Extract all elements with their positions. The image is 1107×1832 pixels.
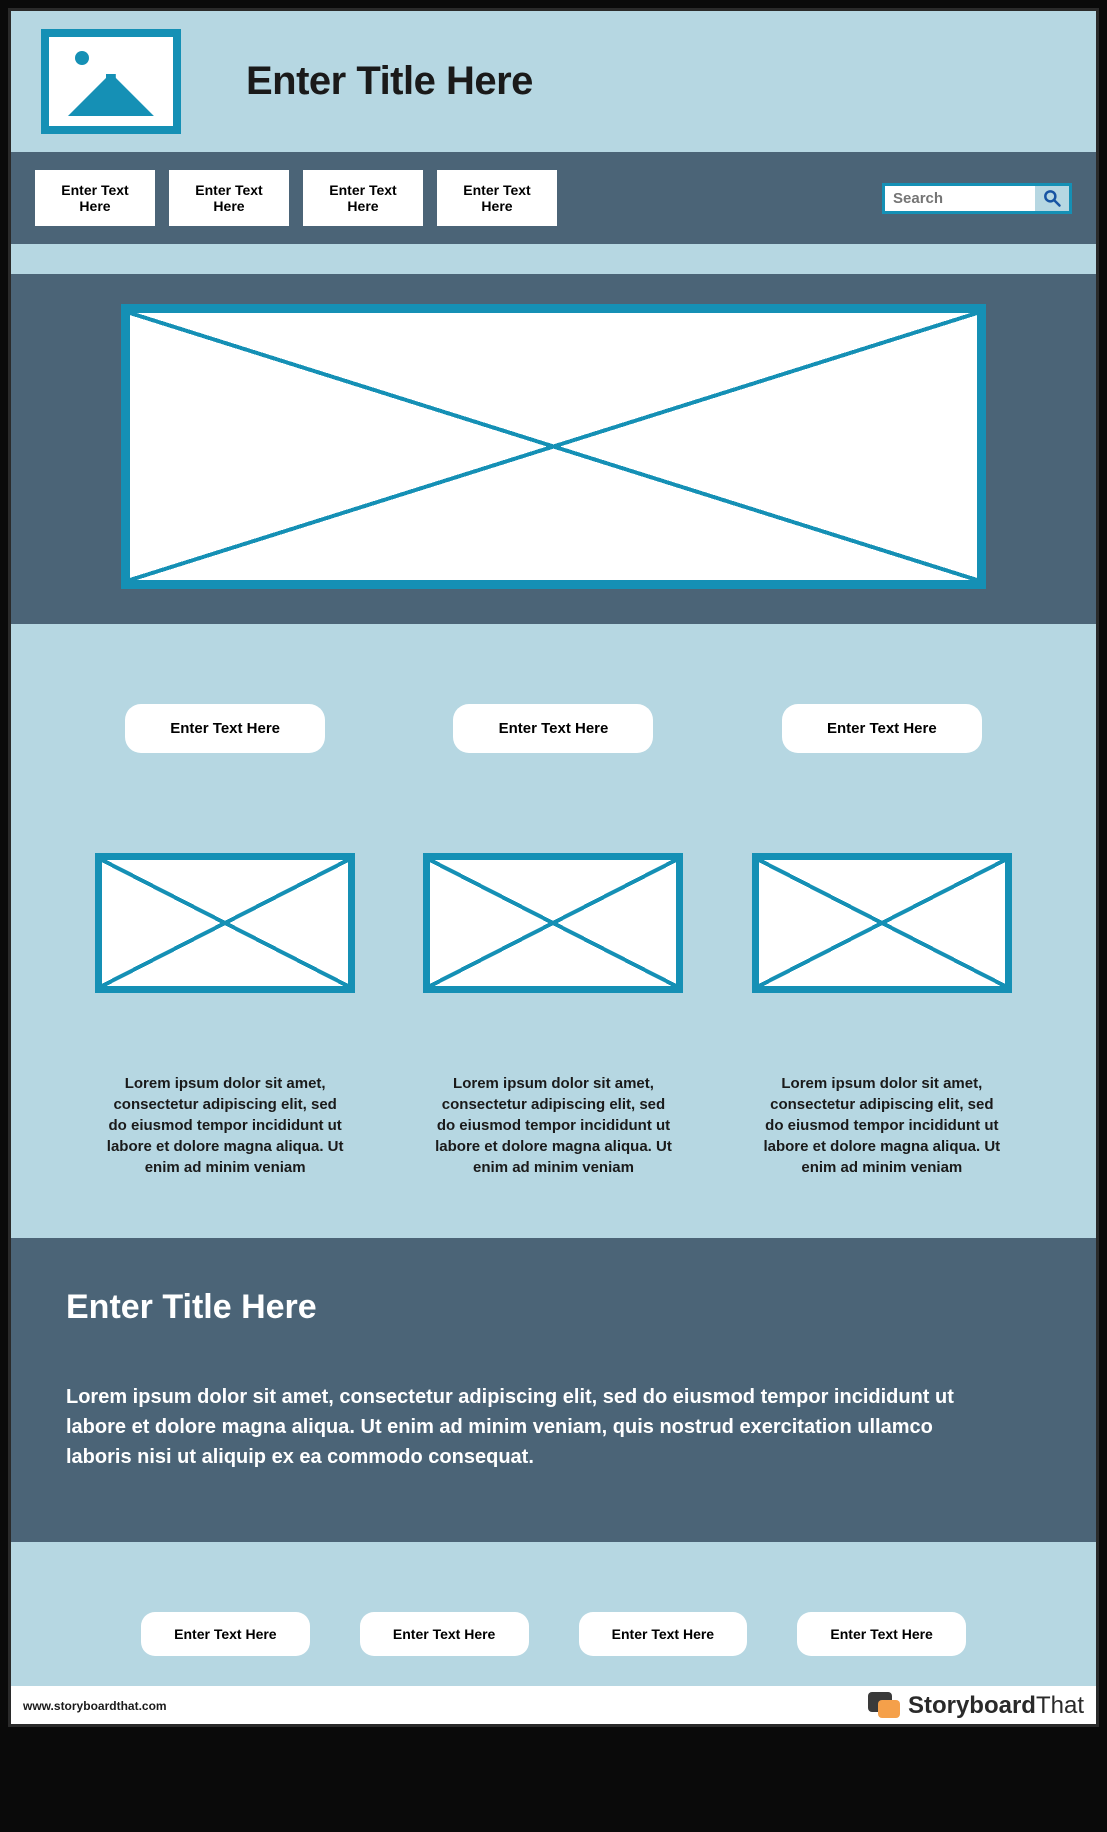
nav-button-3[interactable]: Enter Text Here xyxy=(303,170,423,226)
nav-button-4[interactable]: Enter Text Here xyxy=(437,170,557,226)
search-box xyxy=(882,183,1072,214)
mountain-icon xyxy=(63,74,159,116)
card-text-3[interactable]: Lorem ipsum dolor sit amet, consectetur … xyxy=(762,1073,1002,1178)
navbar: Enter Text Here Enter Text Here Enter Te… xyxy=(11,152,1096,244)
card-text-1[interactable]: Lorem ipsum dolor sit amet, consectetur … xyxy=(105,1073,345,1178)
cta-button-1[interactable]: Enter Text Here xyxy=(125,704,325,753)
card-image-placeholder-2[interactable] xyxy=(423,853,683,993)
speech-bubble-icon xyxy=(868,1692,900,1720)
hero-image-placeholder[interactable] xyxy=(121,304,986,589)
wireframe-canvas: Enter Title Here Enter Text Here Enter T… xyxy=(8,8,1099,1727)
cta-button-3[interactable]: Enter Text Here xyxy=(782,704,982,753)
page-title[interactable]: Enter Title Here xyxy=(246,59,533,104)
info-section: Enter Title Here Lorem ipsum dolor sit a… xyxy=(11,1238,1096,1542)
nav-button-1[interactable]: Enter Text Here xyxy=(35,170,155,226)
three-column-section: Enter Text Here Enter Text Here Enter Te… xyxy=(11,624,1096,1238)
brand-name-light: That xyxy=(1036,1692,1084,1719)
search-button[interactable] xyxy=(1035,186,1069,211)
card-image-placeholder-3[interactable] xyxy=(752,853,1012,993)
search-icon xyxy=(1042,188,1062,208)
hero-section xyxy=(11,274,1096,624)
brand-logo: StoryboardThat xyxy=(868,1692,1084,1720)
cta-button-2[interactable]: Enter Text Here xyxy=(453,704,653,753)
card-image-placeholder-1[interactable] xyxy=(95,853,355,993)
bottom-bar: www.storyboardthat.com StoryboardThat xyxy=(11,1686,1096,1724)
image-icon xyxy=(75,51,89,65)
nav-button-2[interactable]: Enter Text Here xyxy=(169,170,289,226)
footer-button-row: Enter Text Here Enter Text Here Enter Te… xyxy=(11,1542,1096,1686)
brand-name-bold: Storyboard xyxy=(908,1692,1036,1719)
section-title[interactable]: Enter Title Here xyxy=(66,1288,1041,1327)
spacer-band xyxy=(11,244,1096,274)
header: Enter Title Here xyxy=(11,11,1096,152)
logo-image-placeholder[interactable] xyxy=(41,29,181,134)
footer-button-2[interactable]: Enter Text Here xyxy=(360,1612,529,1656)
footer-button-1[interactable]: Enter Text Here xyxy=(141,1612,310,1656)
search-input[interactable] xyxy=(885,186,1035,211)
site-url: www.storyboardthat.com xyxy=(23,1699,167,1713)
footer-button-4[interactable]: Enter Text Here xyxy=(797,1612,966,1656)
footer-button-3[interactable]: Enter Text Here xyxy=(579,1612,748,1656)
section-body-text[interactable]: Lorem ipsum dolor sit amet, consectetur … xyxy=(66,1382,986,1472)
card-text-2[interactable]: Lorem ipsum dolor sit amet, consectetur … xyxy=(433,1073,673,1178)
